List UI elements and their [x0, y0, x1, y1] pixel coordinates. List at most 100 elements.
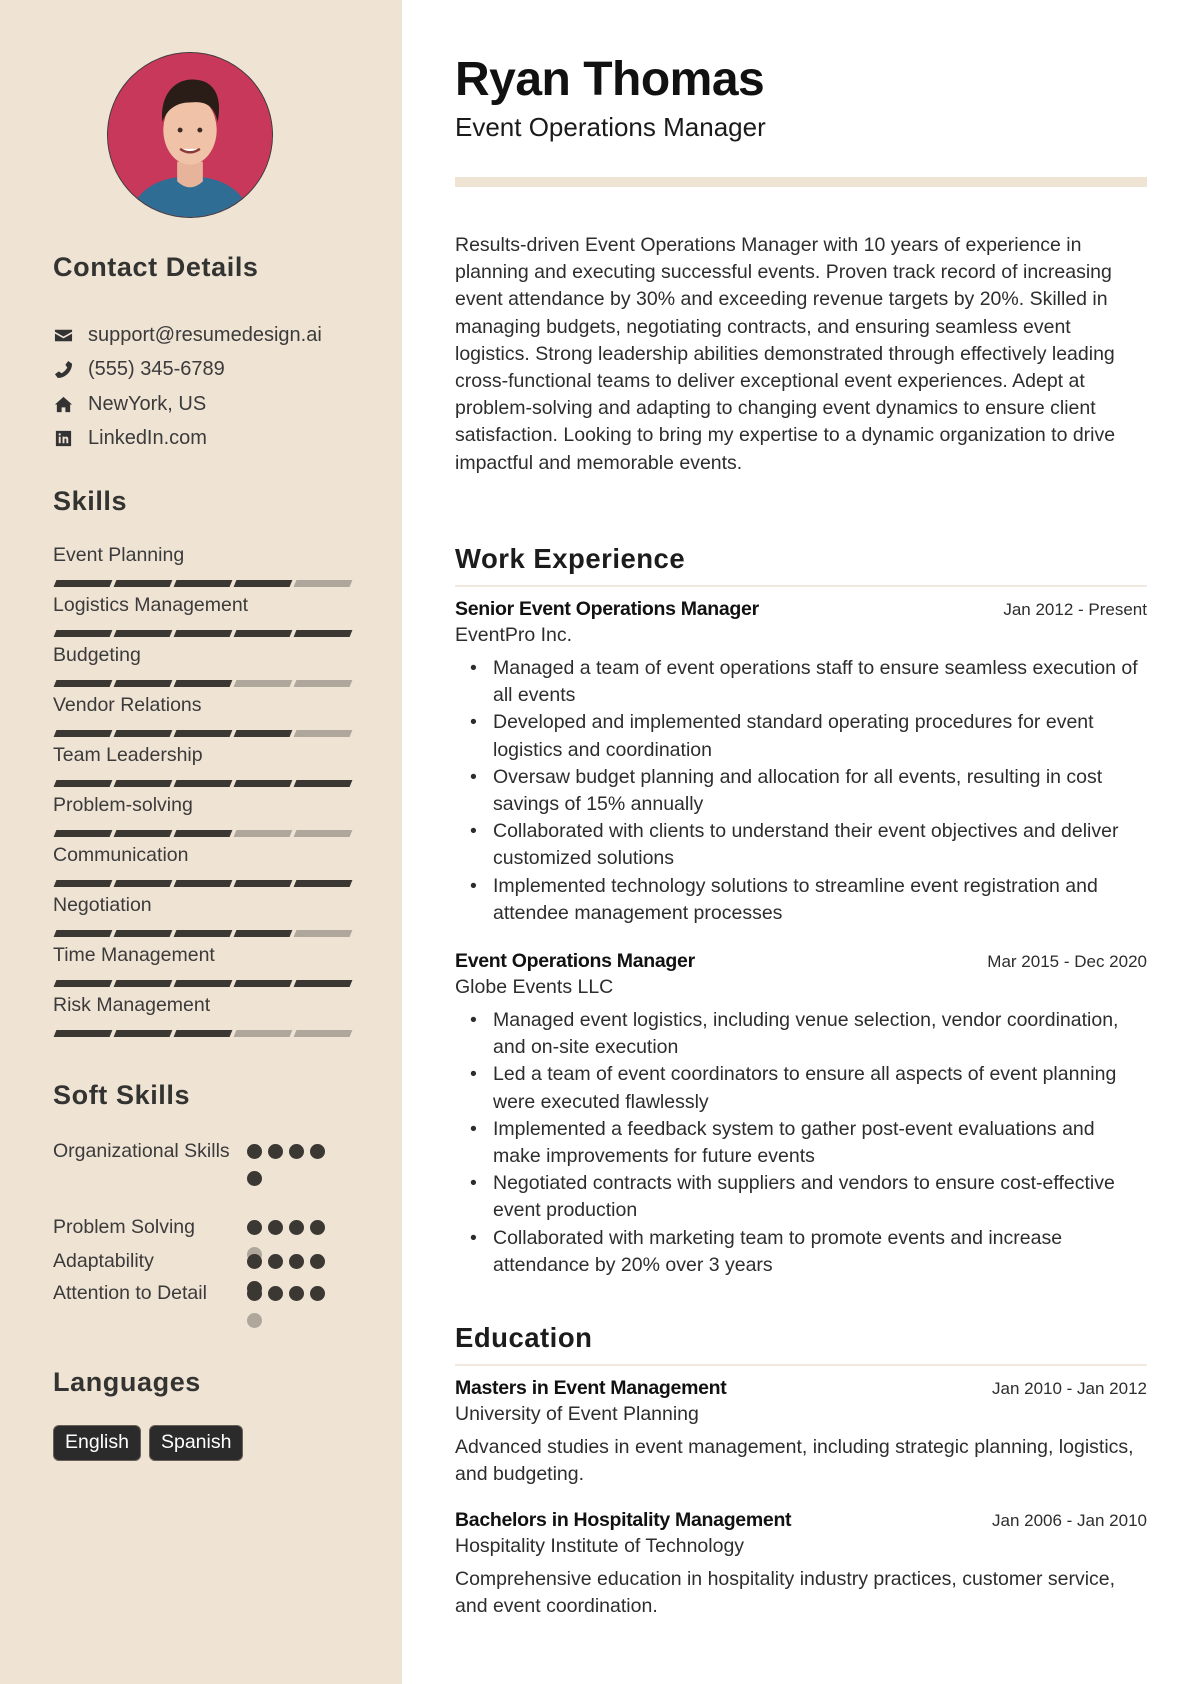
job-bullet: Collaborated with clients to understand … [455, 818, 1147, 872]
language-tag: English [53, 1425, 141, 1461]
skill-item: Communication [53, 843, 353, 893]
skill-segment-filled [293, 630, 353, 637]
job-dates: Mar 2015 - Dec 2020 [987, 952, 1147, 971]
rating-dot-filled [247, 1254, 262, 1269]
skill-segment-filled [233, 880, 293, 887]
job-bullet: Led a team of event coordinators to ensu… [455, 1061, 1147, 1115]
skill-segment-filled [53, 580, 113, 587]
location-text: NewYork, US [88, 392, 207, 415]
skill-level-bar [53, 930, 353, 937]
skill-segment-filled [113, 630, 173, 637]
skill-segment-empty [233, 1030, 293, 1037]
skill-segment-filled [173, 630, 233, 637]
skill-label: Budgeting [53, 644, 141, 666]
skill-label: Negotiation [53, 894, 152, 916]
skill-segment-filled [233, 580, 293, 587]
email-text[interactable]: support@resumedesign.ai [88, 324, 322, 347]
soft-skill-item: Adaptability [53, 1248, 373, 1296]
job-company: Globe Events LLC [455, 976, 614, 998]
skill-label: Logistics Management [53, 594, 249, 616]
job-bullet: Negotiated contracts with suppliers and … [455, 1170, 1147, 1224]
skill-label: Time Management [53, 944, 215, 966]
phone-icon [53, 360, 73, 380]
contact-email: support@resumedesign.ai [53, 318, 383, 353]
rating-dot-filled [289, 1286, 304, 1301]
contact-heading: Contact Details [53, 252, 259, 282]
rating-dot-filled [247, 1171, 262, 1186]
job-company: EventPro Inc. [455, 624, 573, 646]
skill-segment-filled [113, 730, 173, 737]
skills-list: Event Planning Logistics Management Budget… [53, 543, 353, 1043]
skill-segment-filled [233, 780, 293, 787]
rating-dot-filled [268, 1220, 283, 1235]
phone-text[interactable]: (555) 345-6789 [88, 358, 225, 381]
skill-level-bar [53, 730, 353, 737]
skill-segment-filled [53, 880, 113, 887]
skill-segment-filled [173, 1030, 233, 1037]
education-description: Advanced studies in event management, in… [455, 1436, 1134, 1486]
skill-label: Problem-solving [53, 794, 193, 816]
skill-level-bar [53, 580, 353, 587]
degree: Bachelors in Hospitality Management [455, 1509, 792, 1531]
job-bullets: Managed event logistics, including venue… [455, 1007, 1147, 1279]
skill-item: Vendor Relations [53, 693, 353, 743]
soft-skill-label: Organizational Skills [53, 1140, 230, 1162]
job-bullets: Managed a team of event operations staff… [455, 655, 1147, 927]
rating-dot-filled [289, 1144, 304, 1159]
portrait-image [108, 53, 272, 217]
rating-dot-empty [247, 1313, 262, 1328]
soft-skill-label: Adaptability [53, 1250, 154, 1272]
education-heading: Education [455, 1322, 1147, 1366]
skill-item: Team Leadership [53, 743, 353, 793]
education-description: Comprehensive education in hospitality i… [455, 1568, 1116, 1618]
linkedin-text[interactable]: LinkedIn.com [88, 427, 207, 450]
job-bullet: Oversaw budget planning and allocation f… [455, 764, 1147, 818]
job-title: Senior Event Operations Manager [455, 598, 759, 620]
education-entry: Masters in Event Management Jan 2010 - J… [455, 1377, 1147, 1488]
skill-segment-filled [173, 880, 233, 887]
skill-segment-filled [113, 880, 173, 887]
rating-dot-filled [268, 1254, 283, 1269]
skill-segment-empty [293, 730, 353, 737]
job-title: Event Operations Manager [455, 950, 695, 972]
soft-skill-label: Problem Solving [53, 1216, 195, 1238]
skill-segment-empty [293, 830, 353, 837]
skill-segment-empty [233, 680, 293, 687]
sidebar: Contact Details support@resumedesign.ai … [0, 0, 402, 1684]
job-bullet: Collaborated with marketing team to prom… [455, 1225, 1147, 1279]
skill-segment-empty [293, 1030, 353, 1037]
skill-segment-filled [113, 1030, 173, 1037]
skill-segment-filled [53, 930, 113, 937]
skill-segment-filled [53, 630, 113, 637]
skill-segment-filled [233, 630, 293, 637]
skill-segment-filled [173, 830, 233, 837]
skill-segment-filled [113, 680, 173, 687]
skill-segment-filled [113, 980, 173, 987]
envelope-icon [53, 325, 73, 345]
skill-label: Event Planning [53, 544, 185, 566]
contact-list: support@resumedesign.ai (555) 345-6789 N… [53, 318, 383, 456]
languages-heading: Languages [53, 1367, 201, 1397]
linkedin-icon [53, 429, 73, 449]
education-dates: Jan 2010 - Jan 2012 [991, 1379, 1147, 1398]
rating-dot-filled [268, 1144, 283, 1159]
rating-dot-filled [310, 1286, 325, 1301]
skill-segment-filled [173, 980, 233, 987]
skill-segment-filled [173, 930, 233, 937]
rating-dot-filled [310, 1144, 325, 1159]
skill-item: Negotiation [53, 893, 353, 943]
summary: Results-driven Event Operations Manager … [455, 234, 1116, 474]
skill-segment-filled [233, 730, 293, 737]
job-entry: Event Operations Manager Mar 2015 - Dec … [455, 950, 1147, 1279]
skill-item: Budgeting [53, 643, 353, 693]
skill-item: Logistics Management [53, 593, 353, 643]
school: University of Event Planning [455, 1403, 699, 1425]
soft-skill-item: Attention to Detail [53, 1280, 373, 1340]
skill-segment-empty [293, 680, 353, 687]
skill-label: Vendor Relations [53, 694, 202, 716]
candidate-title: Event Operations Manager [455, 112, 766, 142]
soft-skill-rating [247, 1214, 337, 1262]
home-icon [53, 394, 73, 414]
job-dates: Jan 2012 - Present [1003, 600, 1147, 619]
job-bullet: Managed event logistics, including venue… [455, 1007, 1147, 1061]
